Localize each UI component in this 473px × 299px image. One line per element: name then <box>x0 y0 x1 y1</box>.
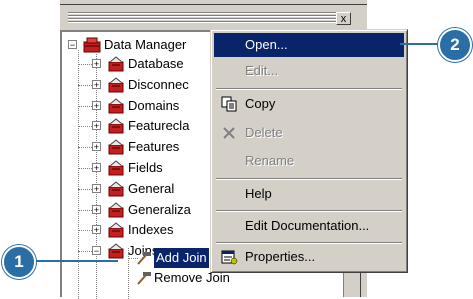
tree-guide-line <box>78 106 92 108</box>
toolset-icon <box>108 160 124 176</box>
menu-item-copy[interactable]: Copy <box>214 92 404 116</box>
toolset-icon <box>108 243 124 259</box>
menu-item-label: Edit... <box>245 63 279 78</box>
menu-separator <box>216 88 402 90</box>
tree-item-label: Features <box>128 139 180 154</box>
tree-item-label: Indexes <box>128 222 174 237</box>
copy-icon <box>221 96 237 112</box>
collapse-icon[interactable]: − <box>92 246 101 256</box>
tree-item-label: Disconnec <box>128 77 189 92</box>
callout-2: 2 <box>438 28 472 62</box>
menu-separator <box>216 242 402 244</box>
toolset-icon <box>108 139 124 155</box>
tree-guide-line <box>78 126 92 128</box>
menu-item-label: Open... <box>245 37 288 52</box>
menu-item-open[interactable]: Open... <box>214 33 404 57</box>
toolset-icon <box>108 222 124 238</box>
menu-item-label: Properties... <box>245 249 316 264</box>
collapse-icon[interactable]: − <box>68 40 77 50</box>
menu-item-rename[interactable]: Rename <box>214 149 404 173</box>
toolset-icon <box>108 118 124 134</box>
expand-icon[interactable]: + <box>92 80 101 90</box>
expand-icon[interactable]: + <box>92 142 101 152</box>
hammer-icon <box>137 272 151 285</box>
menu-item-edit[interactable]: Edit... <box>214 59 404 83</box>
menu-item-help[interactable]: Help <box>214 182 404 206</box>
menu-item-edit-documentation[interactable]: Edit Documentation... <box>214 214 404 238</box>
menu-item-label: Help <box>245 186 272 201</box>
toolset-icon <box>108 77 124 93</box>
tree-guide-line <box>96 54 98 299</box>
context-menu: Open... Edit... Copy Delete Rename Help … <box>210 29 408 273</box>
expand-icon[interactable]: + <box>92 121 101 131</box>
expand-icon[interactable]: + <box>92 205 101 215</box>
tree-item-label: General <box>128 181 175 196</box>
expand-icon[interactable]: + <box>92 184 101 194</box>
menu-item-label: Delete <box>245 125 283 140</box>
menu-item-label: Copy <box>245 96 276 111</box>
menu-item-label: Rename <box>245 153 295 168</box>
tree-item-label: Domains <box>128 98 180 113</box>
tree-guide-line <box>78 147 92 149</box>
window-top-edge <box>60 4 367 5</box>
toolset-icon <box>108 181 124 197</box>
delete-x-icon <box>223 127 235 139</box>
callout-leader-line <box>26 260 118 262</box>
hammer-icon <box>137 252 151 265</box>
tree-item-label: Data Manager <box>104 37 187 52</box>
toolset-icon <box>108 98 124 114</box>
tree-guide-line <box>78 85 92 87</box>
callout-leader-line <box>400 43 440 45</box>
expand-icon[interactable]: + <box>92 59 101 69</box>
properties-icon <box>221 250 238 265</box>
expand-icon[interactable]: + <box>92 225 101 235</box>
tree-item-label: Fields <box>128 160 163 175</box>
tree-item-label: Add Join <box>154 248 209 268</box>
title-grip[interactable] <box>68 12 340 24</box>
tree-guide-line <box>78 64 92 66</box>
tree-item-label: Database <box>128 56 184 71</box>
tree-guide-line <box>128 248 130 299</box>
tree-item-label: Featurecla <box>128 118 190 133</box>
menu-separator <box>216 178 402 180</box>
tree-guide-line <box>78 251 92 253</box>
menu-item-delete[interactable]: Delete <box>214 121 404 145</box>
menu-item-label: Edit Documentation... <box>245 218 370 233</box>
tree-guide-line <box>78 189 92 191</box>
tree-guide-line <box>78 168 92 170</box>
tree-item-label: Generaliza <box>128 202 191 217</box>
toolset-icon <box>108 56 124 72</box>
expand-icon[interactable]: + <box>92 101 101 111</box>
toolset-icon <box>108 202 124 218</box>
tree-guide-line <box>78 210 92 212</box>
menu-separator <box>216 210 402 212</box>
toolbox-icon <box>83 37 101 53</box>
close-button[interactable]: x <box>336 12 351 25</box>
callout-1: 1 <box>2 245 36 279</box>
tree-guide-line <box>78 230 92 232</box>
expand-icon[interactable]: + <box>92 163 101 173</box>
menu-item-properties[interactable]: Properties... <box>214 245 404 269</box>
